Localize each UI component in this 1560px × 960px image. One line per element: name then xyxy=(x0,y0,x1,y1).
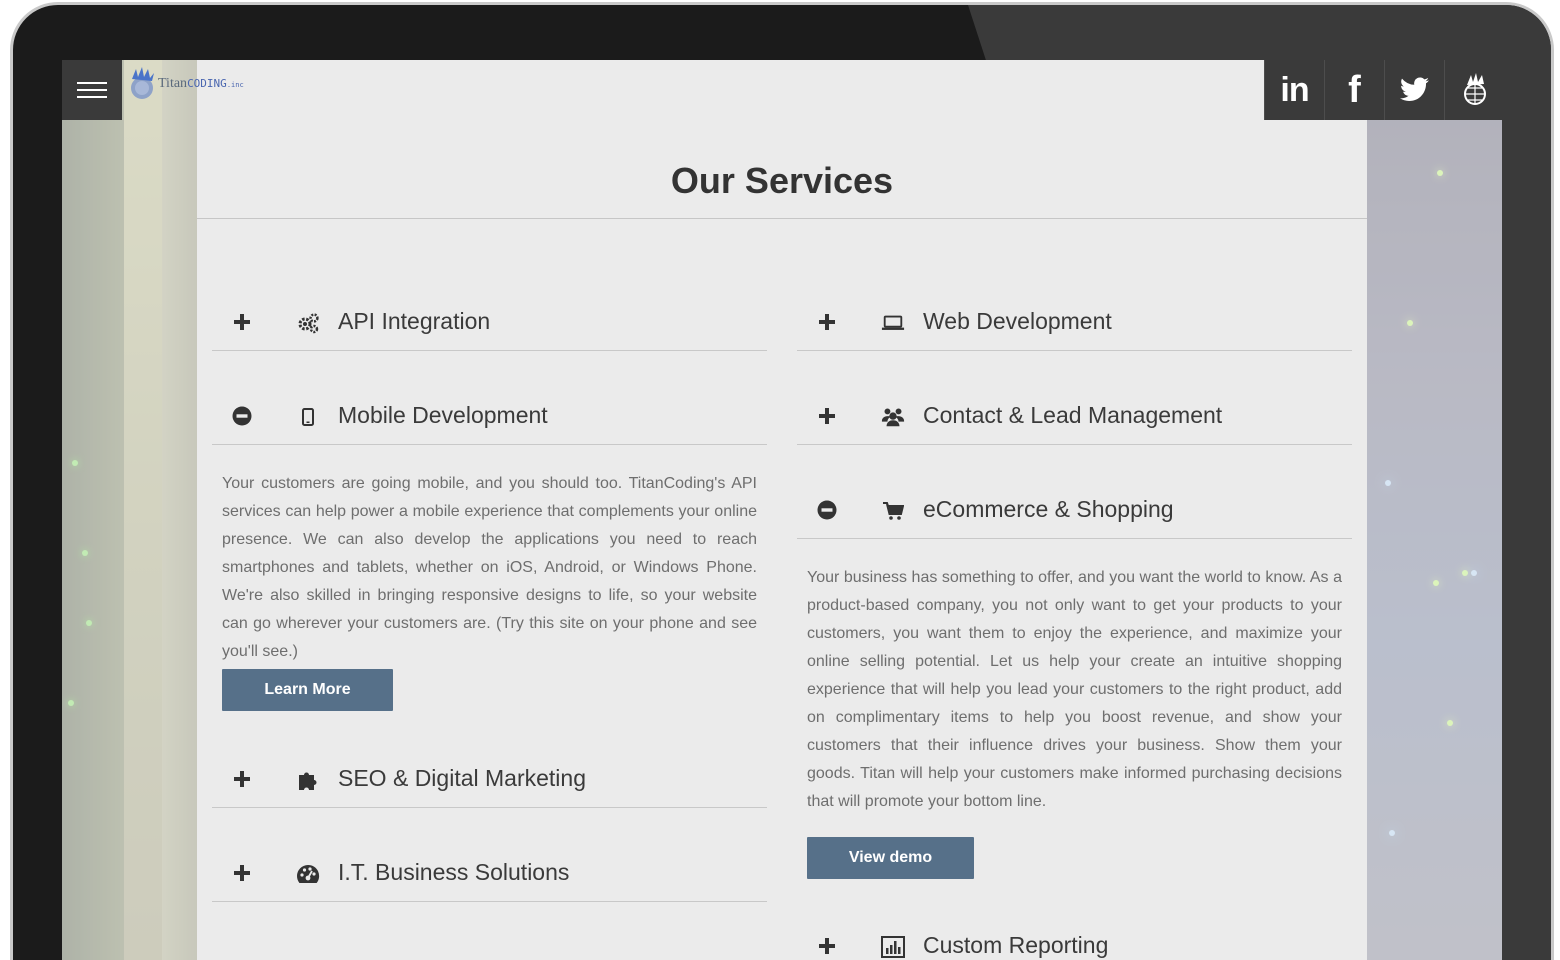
accordion-label: Contact & Lead Management xyxy=(923,402,1223,428)
twitter-icon[interactable] xyxy=(1384,60,1444,120)
view-demo-button[interactable]: View demo xyxy=(807,837,974,879)
plus-icon xyxy=(232,769,252,789)
laptop-screen: TitanCODING.inc in f Our Services API In… xyxy=(62,60,1502,960)
cart-icon xyxy=(881,499,905,523)
page-title: Our Services xyxy=(670,160,894,201)
gears-icon xyxy=(296,311,320,335)
learn-more-button[interactable]: Learn More xyxy=(222,669,393,711)
accordion-ecommerce-shopping[interactable]: eCommerce & Shopping xyxy=(797,487,1352,539)
accordion-label: Web Development xyxy=(923,308,1112,334)
users-icon xyxy=(881,405,905,429)
dashboard-icon xyxy=(296,862,320,886)
plus-icon xyxy=(232,863,252,883)
accordion-web-development[interactable]: Web Development xyxy=(797,299,1352,351)
plus-icon xyxy=(232,312,252,332)
plus-icon xyxy=(817,936,837,956)
titan-globe-icon[interactable] xyxy=(1444,60,1502,120)
accordion-it-business-solutions[interactable]: I.T. Business Solutions xyxy=(212,850,767,902)
logo-text: TitanCODING.inc xyxy=(158,76,244,91)
facebook-icon[interactable]: f xyxy=(1324,60,1384,120)
title-divider xyxy=(197,218,1367,219)
accordion-seo-digital-marketing[interactable]: SEO & Digital Marketing xyxy=(212,756,767,808)
accordion-custom-reporting[interactable]: Custom Reporting xyxy=(797,923,1352,960)
plus-icon xyxy=(817,406,837,426)
plus-icon xyxy=(817,312,837,332)
ecommerce-shopping-description: Your business has something to offer, an… xyxy=(807,569,1342,810)
mobile-development-description: Your customers are going mobile, and you… xyxy=(222,475,757,660)
minus-circle-icon xyxy=(817,500,837,520)
accordion-contact-lead-management[interactable]: Contact & Lead Management xyxy=(797,393,1352,445)
mobile-icon xyxy=(296,405,320,429)
linkedin-icon[interactable]: in xyxy=(1264,60,1324,120)
logo-icon xyxy=(131,67,154,99)
bar-chart-icon xyxy=(881,935,905,959)
accordion-mobile-development[interactable]: Mobile Development xyxy=(212,393,767,445)
accordion-label: Mobile Development xyxy=(338,402,548,428)
accordion-label: API Integration xyxy=(338,308,491,334)
site-logo[interactable]: TitanCODING.inc xyxy=(128,64,258,104)
laptop-icon xyxy=(881,311,905,335)
puzzle-icon xyxy=(296,768,320,792)
accordion-label: I.T. Business Solutions xyxy=(338,859,570,885)
social-links: in f xyxy=(1264,60,1502,120)
accordion-label: eCommerce & Shopping xyxy=(923,496,1174,522)
hamburger-menu-button[interactable] xyxy=(62,60,122,120)
minus-circle-icon xyxy=(232,406,252,426)
accordion-label: SEO & Digital Marketing xyxy=(338,765,586,791)
accordion-api-integration[interactable]: API Integration xyxy=(212,299,767,351)
accordion-label: Custom Reporting xyxy=(923,932,1109,958)
